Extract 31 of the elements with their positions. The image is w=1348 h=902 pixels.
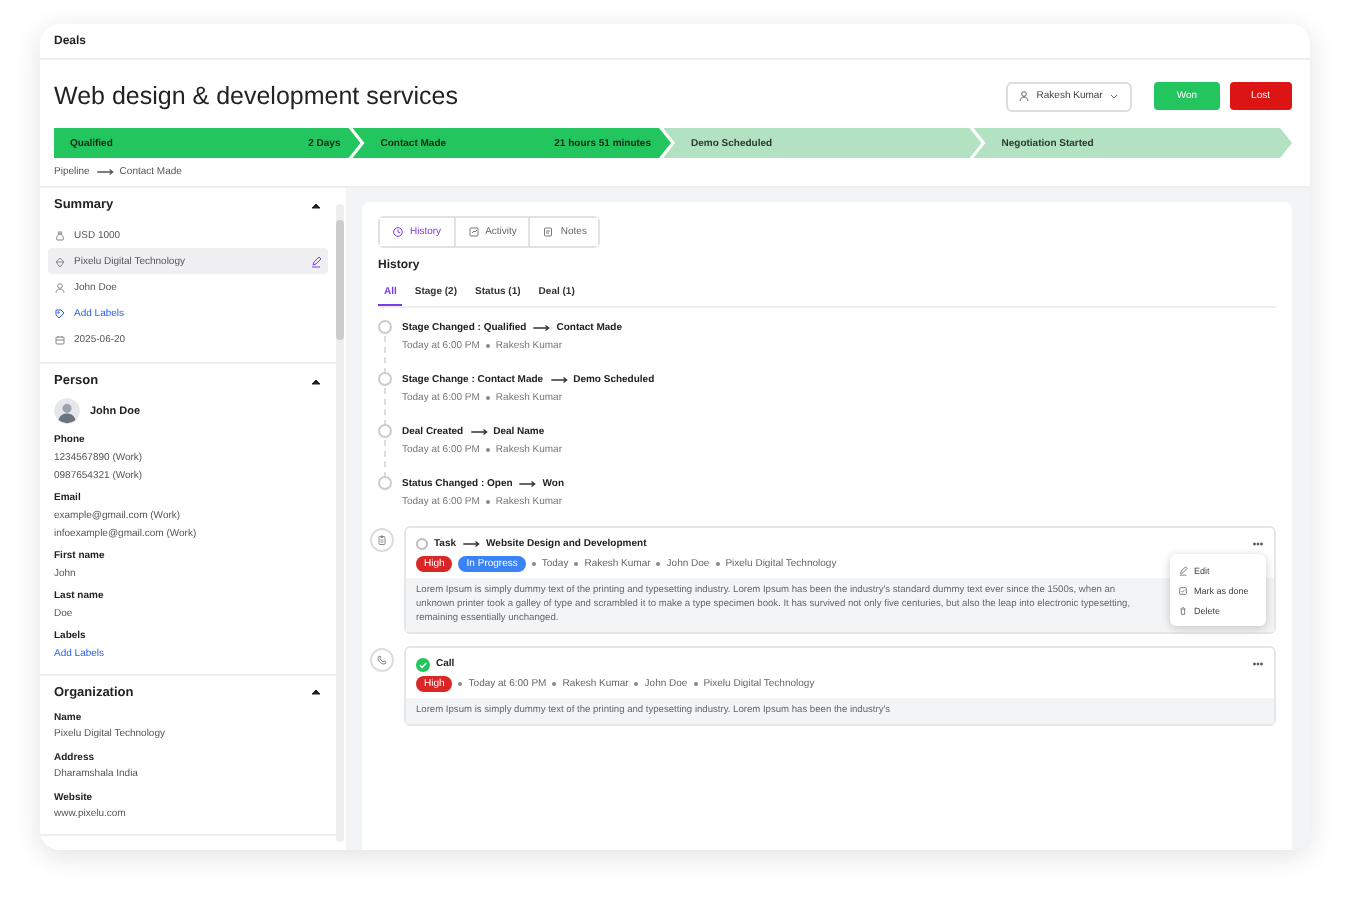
user-icon	[1018, 90, 1031, 102]
arrow-icon	[518, 479, 537, 487]
deal-title: Web design & development services	[54, 82, 460, 110]
tag-icon	[54, 307, 66, 319]
arrow-icon	[549, 375, 568, 383]
phone-icon	[376, 654, 388, 666]
timeline-dot	[378, 320, 392, 334]
timeline-dot	[378, 424, 392, 438]
user-icon	[54, 281, 66, 293]
trash-icon	[1178, 605, 1188, 615]
clipboard-icon	[376, 534, 388, 546]
avatar	[54, 398, 80, 424]
done-checkbox[interactable]	[416, 538, 428, 550]
checkbox-icon	[1178, 585, 1188, 595]
chart-icon	[467, 226, 480, 238]
timeline-dot	[378, 372, 392, 386]
arrow-icon	[469, 427, 488, 435]
edit-icon	[1178, 565, 1188, 575]
more-icon	[1252, 658, 1264, 670]
more-icon	[1252, 538, 1264, 550]
organization-icon	[54, 255, 66, 267]
done-check-icon[interactable]	[416, 657, 430, 671]
calendar-icon	[54, 333, 66, 345]
arrow-icon	[532, 323, 551, 331]
timeline-dot	[378, 476, 392, 490]
money-bag-icon	[54, 229, 66, 241]
edit-icon	[310, 255, 322, 267]
arrow-icon	[95, 168, 114, 176]
clock-icon	[392, 226, 404, 238]
arrow-icon	[462, 540, 481, 548]
note-icon	[542, 226, 555, 238]
